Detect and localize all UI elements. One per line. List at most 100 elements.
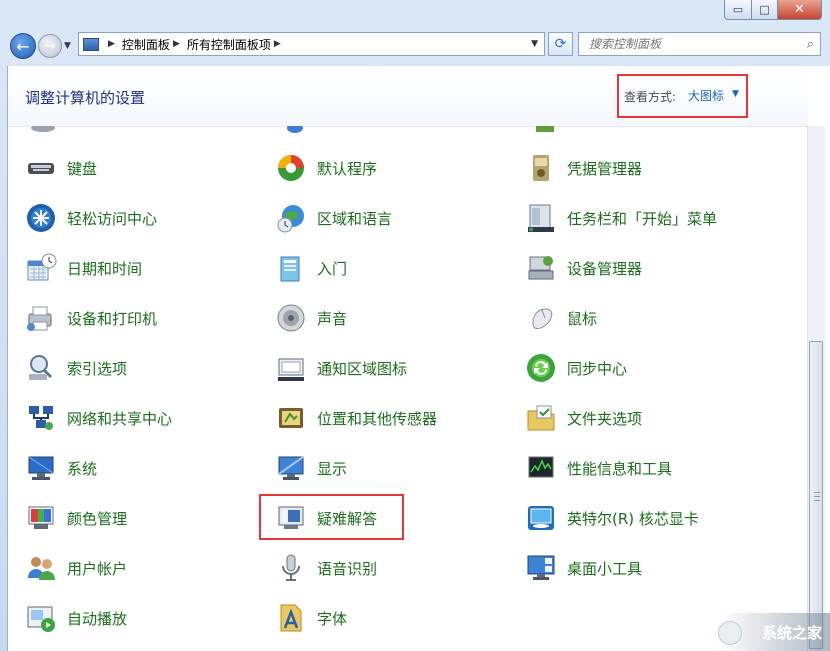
sync-center-icon bbox=[525, 352, 557, 384]
back-button[interactable]: ← bbox=[10, 33, 36, 59]
view-by-label: 查看方式: bbox=[624, 90, 677, 104]
vertical-scrollbar[interactable] bbox=[807, 126, 825, 651]
item-label[interactable]: 位置和其他传感器 bbox=[317, 408, 437, 429]
search-input[interactable] bbox=[587, 36, 791, 52]
control-panel-item[interactable]: 凭据管理器 bbox=[525, 151, 642, 185]
refresh-button[interactable]: ⟳ bbox=[548, 32, 573, 56]
control-panel-item[interactable]: 日期和时间 bbox=[25, 251, 142, 285]
control-panel-item[interactable]: 索引选项 bbox=[25, 351, 127, 385]
item-label[interactable]: 区域和语言 bbox=[317, 208, 392, 229]
chevron-down-icon[interactable]: ▼ bbox=[732, 89, 739, 99]
close-icon: ✕ bbox=[794, 2, 805, 17]
control-panel-item[interactable]: 英特尔(R) 核芯显卡 bbox=[525, 501, 699, 535]
control-panel-item[interactable]: 字体 bbox=[275, 601, 347, 635]
partial-icon bbox=[287, 126, 303, 133]
intel-graphics-icon bbox=[525, 502, 557, 534]
fonts-icon bbox=[275, 602, 307, 634]
control-panel-item[interactable]: 鼠标 bbox=[525, 301, 597, 335]
breadcrumb-all-items[interactable]: 所有控制面板项 bbox=[187, 36, 271, 53]
control-panel-item[interactable]: 颜色管理 bbox=[25, 501, 127, 535]
item-label[interactable]: 键盘 bbox=[67, 158, 97, 179]
control-panel-item[interactable]: 性能信息和工具 bbox=[525, 451, 672, 485]
troubleshooting-highlight-box bbox=[259, 494, 404, 540]
control-panel-item[interactable]: 键盘 bbox=[25, 151, 97, 185]
control-panel-item[interactable]: 桌面小工具 bbox=[525, 551, 642, 585]
control-panel-icon bbox=[83, 37, 99, 51]
maximize-button[interactable]: □ bbox=[752, 0, 778, 20]
item-label[interactable]: 同步中心 bbox=[567, 358, 627, 379]
item-label[interactable]: 性能信息和工具 bbox=[567, 458, 672, 479]
performance-icon bbox=[525, 452, 557, 484]
network-sharing-icon bbox=[25, 402, 57, 434]
item-label[interactable]: 默认程序 bbox=[317, 158, 377, 179]
speech-recognition-icon bbox=[275, 552, 307, 584]
item-label[interactable]: 轻松访问中心 bbox=[67, 208, 157, 229]
item-label[interactable]: 显示 bbox=[317, 458, 347, 479]
autoplay-icon bbox=[25, 602, 57, 634]
control-panel-item[interactable]: 设备和打印机 bbox=[25, 301, 157, 335]
control-panel-item[interactable]: 位置和其他传感器 bbox=[275, 401, 437, 435]
region-language-icon bbox=[275, 202, 307, 234]
control-panel-item[interactable]: 系统 bbox=[25, 451, 97, 485]
control-panel-item[interactable]: 通知区域图标 bbox=[275, 351, 407, 385]
control-panel-item[interactable]: 默认程序 bbox=[275, 151, 377, 185]
scrollbar-thumb[interactable] bbox=[809, 341, 823, 649]
control-panel-item[interactable]: 轻松访问中心 bbox=[25, 201, 157, 235]
item-label[interactable]: 用户帐户 bbox=[67, 558, 127, 579]
control-panel-item[interactable]: 入门 bbox=[275, 251, 347, 285]
close-button[interactable]: ✕ bbox=[778, 0, 822, 20]
control-panel-item[interactable]: 声音 bbox=[275, 301, 347, 335]
item-label[interactable]: 设备和打印机 bbox=[67, 308, 157, 329]
control-panel-item[interactable]: 文件夹选项 bbox=[525, 401, 642, 435]
content-pane: 调整计算机的设置 查看方式: 大图标 ▼ 键盘 默认程序 凭据管理器 轻松访问中心 区域… bbox=[7, 66, 830, 651]
control-panel-item[interactable]: 自动播放 bbox=[25, 601, 127, 635]
item-label[interactable]: 设备管理器 bbox=[567, 258, 642, 279]
refresh-icon: ⟳ bbox=[554, 36, 567, 52]
minimize-icon: ▭ bbox=[732, 3, 744, 16]
item-label[interactable]: 凭据管理器 bbox=[567, 158, 642, 179]
control-panel-item[interactable]: 同步中心 bbox=[525, 351, 627, 385]
item-label[interactable]: 声音 bbox=[317, 308, 347, 329]
item-label[interactable]: 文件夹选项 bbox=[567, 408, 642, 429]
item-label[interactable]: 日期和时间 bbox=[67, 258, 142, 279]
item-label[interactable]: 网络和共享中心 bbox=[67, 408, 172, 429]
search-icon[interactable]: ⌕ bbox=[807, 37, 814, 52]
control-panel-item[interactable]: 网络和共享中心 bbox=[25, 401, 172, 435]
item-label[interactable]: 颜色管理 bbox=[67, 508, 127, 529]
view-by-dropdown[interactable]: 大图标 bbox=[688, 87, 724, 104]
navigation-bar: ← → ▼ ▶ 控制面板 ▶ 所有控制面板项 ▶ ▼ ⟳ ⌕ bbox=[0, 27, 830, 65]
control-panel-item[interactable]: 用户帐户 bbox=[25, 551, 127, 585]
sound-icon bbox=[275, 302, 307, 334]
item-label[interactable]: 通知区域图标 bbox=[317, 358, 407, 379]
minimize-button[interactable]: ▭ bbox=[724, 0, 752, 20]
item-label[interactable]: 入门 bbox=[317, 258, 347, 279]
control-panel-item[interactable]: 显示 bbox=[275, 451, 347, 485]
address-bar[interactable]: ▶ 控制面板 ▶ 所有控制面板项 ▶ ▼ bbox=[78, 32, 545, 56]
getting-started-icon bbox=[275, 252, 307, 284]
item-label[interactable]: 字体 bbox=[317, 608, 347, 629]
item-label[interactable]: 鼠标 bbox=[567, 308, 597, 329]
location-sensors-icon bbox=[275, 402, 307, 434]
breadcrumb-separator-icon[interactable]: ▶ bbox=[108, 39, 115, 49]
item-label[interactable]: 任务栏和「开始」菜单 bbox=[567, 208, 717, 229]
item-label[interactable]: 自动播放 bbox=[67, 608, 127, 629]
item-label[interactable]: 英特尔(R) 核芯显卡 bbox=[567, 508, 699, 529]
address-dropdown-icon[interactable]: ▼ bbox=[531, 39, 538, 49]
item-label[interactable]: 系统 bbox=[67, 458, 97, 479]
control-panel-item[interactable]: 设备管理器 bbox=[525, 251, 642, 285]
control-panel-item[interactable]: 任务栏和「开始」菜单 bbox=[525, 201, 717, 235]
control-panel-item[interactable]: 语音识别 bbox=[275, 551, 377, 585]
item-label[interactable]: 语音识别 bbox=[317, 558, 377, 579]
caption-buttons: ▭ □ ✕ bbox=[724, 0, 822, 20]
recent-pages-dropdown[interactable]: ▼ bbox=[64, 41, 71, 51]
item-label[interactable]: 索引选项 bbox=[67, 358, 127, 379]
breadcrumb-control-panel[interactable]: 控制面板 bbox=[122, 36, 170, 53]
item-label[interactable]: 桌面小工具 bbox=[567, 558, 642, 579]
breadcrumb-separator-icon[interactable]: ▶ bbox=[274, 39, 281, 49]
breadcrumb-separator-icon[interactable]: ▶ bbox=[173, 39, 180, 49]
taskbar-start-menu-icon bbox=[525, 202, 557, 234]
search-box[interactable]: ⌕ bbox=[578, 32, 821, 56]
forward-button[interactable]: → bbox=[38, 34, 62, 58]
control-panel-item[interactable]: 区域和语言 bbox=[275, 201, 392, 235]
system-icon bbox=[25, 452, 57, 484]
